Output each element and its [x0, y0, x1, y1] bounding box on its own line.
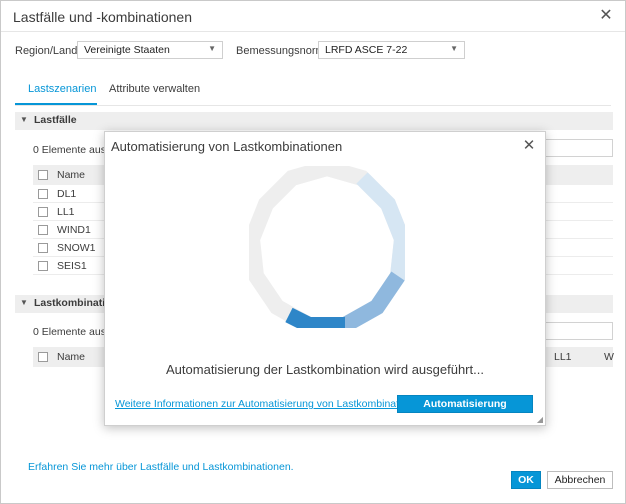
norm-select[interactable]: LRFD ASCE 7-22 ▼ — [318, 41, 465, 59]
modal-progress-message: Automatisierung der Lastkombination wird… — [166, 362, 484, 377]
load-cases-section-header[interactable]: ▼ Lastfälle — [15, 112, 613, 130]
modal-close-icon[interactable]: ✕ — [521, 138, 537, 154]
row-name: SEIS1 — [57, 260, 87, 272]
abort-automation-button[interactable]: Automatisierung abbrechen — [397, 395, 533, 426]
tab-lastszenarien[interactable]: Lastszenarien — [28, 83, 97, 95]
load-combinations-search-input[interactable] — [541, 322, 613, 340]
modal-title: Automatisierung von Lastkombinationen — [111, 139, 343, 154]
region-label: Region/Land: — [15, 45, 81, 57]
region-select-value: Vereinigte Staaten — [84, 44, 170, 56]
tab-attribute-verwalten[interactable]: Attribute verwalten — [109, 83, 200, 95]
collapse-icon: ▼ — [20, 298, 28, 307]
row-name: SNOW1 — [57, 242, 96, 254]
row-name: WIND1 — [57, 224, 91, 236]
region-select[interactable]: Vereinigte Staaten ▼ — [77, 41, 223, 59]
column-header-name: Name — [57, 351, 86, 363]
norm-select-value: LRFD ASCE 7-22 — [325, 44, 408, 56]
load-cases-section-title: Lastfälle — [34, 114, 77, 126]
row-checkbox[interactable] — [38, 243, 48, 253]
loading-spinner-icon — [249, 166, 405, 328]
automation-modal: Automatisierung von Lastkombinationen ✕ … — [104, 131, 546, 426]
norm-label: Bemessungsnorm: — [236, 45, 328, 57]
row-checkbox[interactable] — [38, 225, 48, 235]
dialog-title: Lastfälle und -kombinationen — [13, 9, 193, 25]
chevron-down-icon: ▼ — [450, 44, 458, 53]
chevron-down-icon: ▼ — [208, 44, 216, 53]
select-all-checkbox[interactable] — [38, 352, 48, 362]
resize-grip-icon[interactable]: ◢ — [537, 415, 543, 424]
spinner-progress-dark — [285, 307, 345, 328]
row-checkbox[interactable] — [38, 261, 48, 271]
row-name: LL1 — [57, 206, 75, 218]
row-checkbox[interactable] — [38, 207, 48, 217]
title-divider — [1, 31, 625, 32]
collapse-icon: ▼ — [20, 115, 28, 124]
row-name: DL1 — [57, 188, 77, 200]
ok-button[interactable]: OK — [511, 471, 541, 489]
select-all-checkbox[interactable] — [38, 170, 48, 180]
dialog-close-icon[interactable]: ✕ — [597, 7, 615, 25]
automation-info-link[interactable]: Weitere Informationen zur Automatisierun… — [115, 398, 425, 410]
row-checkbox[interactable] — [38, 189, 48, 199]
load-cases-search-input[interactable] — [541, 139, 613, 157]
column-header-ll1: LL1 — [554, 351, 572, 363]
help-link[interactable]: Erfahren Sie mehr über Lastfälle und Las… — [28, 461, 294, 473]
column-header-w: W — [604, 351, 614, 363]
cancel-button[interactable]: Abbrechen — [547, 471, 613, 489]
column-header-name: Name — [57, 169, 86, 181]
tabs-divider — [15, 105, 611, 106]
